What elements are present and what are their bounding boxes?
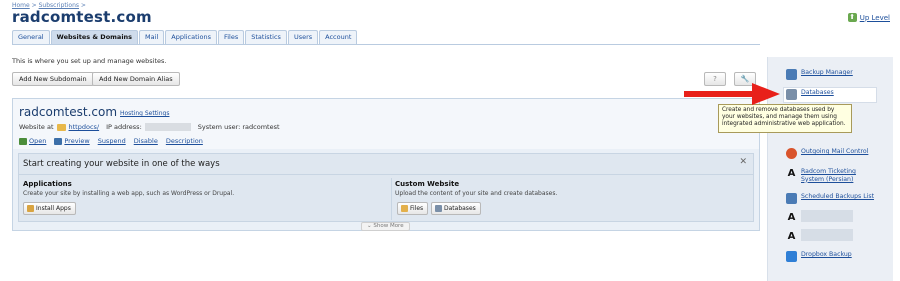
system-user: System user: radcomtest [197, 123, 280, 131]
radcom-icon: A [787, 212, 796, 223]
preview-icon [54, 137, 63, 145]
sidebar-item-scheduled-backups[interactable]: Scheduled Backups List [786, 193, 874, 204]
show-more-label: Show More [373, 223, 404, 229]
databases-tooltip: Create and remove databases used by your… [718, 104, 852, 133]
start-divider [19, 174, 753, 175]
suspend-label: Suspend [97, 137, 126, 145]
start-title: Start creating your website in one of th… [23, 159, 220, 169]
sidebar-item-label: Databases [801, 89, 834, 96]
folder-icon [56, 123, 66, 131]
tab-divider [12, 44, 760, 45]
install-apps-icon [27, 205, 34, 212]
sidebar-item-redacted-2[interactable]: A [786, 231, 797, 242]
ip-address-redacted [144, 123, 191, 131]
preview-action[interactable]: Preview [54, 137, 90, 145]
backup-manager-icon [786, 69, 797, 80]
database-icon [435, 205, 442, 212]
tab-bar: General Websites & Domains Mail Applicat… [12, 30, 358, 45]
tab-general[interactable]: General [12, 30, 50, 44]
add-subdomain-button[interactable]: Add New Subdomain [12, 72, 94, 86]
close-icon[interactable]: ✕ [739, 157, 747, 167]
tab-account[interactable]: Account [319, 30, 358, 44]
applications-desc: Create your site by installing a web app… [23, 190, 235, 197]
tab-websites-domains[interactable]: Websites & Domains [50, 30, 139, 45]
website-info-row: Website at httpdocs/ IP address: System … [19, 123, 280, 131]
domain-panel: radcomtest.com Hosting Settings Website … [12, 98, 760, 231]
domain-name-link[interactable]: radcomtest.com [19, 105, 117, 119]
sidebar-item-outgoing-mail[interactable]: Outgoing Mail Control [786, 148, 868, 159]
show-more-button[interactable]: ⌄ Show More [361, 222, 410, 231]
radcom-icon: A [787, 168, 796, 179]
sidebar-item-dropbox-backup[interactable]: Dropbox Backup [786, 251, 852, 262]
tab-applications[interactable]: Applications [165, 30, 217, 44]
custom-website-heading: Custom Website [395, 180, 460, 188]
description-action[interactable]: Description [166, 137, 203, 145]
up-level-icon: ⬆ [847, 13, 857, 22]
domain-actions: Open Preview Suspend Disable Description [19, 137, 203, 145]
tab-statistics[interactable]: Statistics [245, 30, 287, 44]
sidebar-item-label: Backup Manager [801, 69, 853, 76]
start-creating-panel: Start creating your website in one of th… [18, 153, 754, 222]
databases-icon [786, 89, 797, 100]
tab-mail[interactable]: Mail [139, 30, 165, 44]
applications-heading: Applications [23, 180, 72, 188]
sidebar-item-label: Radcom Ticketing System (Persian) [801, 168, 856, 183]
disable-action[interactable]: Disable [134, 137, 158, 145]
hosting-settings-link[interactable]: Hosting Settings [120, 110, 169, 117]
sidebar-item-label: Scheduled Backups List [801, 193, 875, 200]
files-button[interactable]: Files [397, 202, 429, 215]
chevron-down-icon: ⌄ [367, 223, 372, 229]
dropbox-icon [786, 251, 797, 262]
custom-website-desc: Upload the content of your site and crea… [395, 190, 558, 197]
sidebar-item-label: Dropbox Backup [801, 251, 852, 258]
databases-button[interactable]: Databases [431, 202, 481, 215]
ip-label: IP address: [106, 123, 142, 131]
docroot-link[interactable]: httpdocs/ [69, 123, 100, 131]
disable-label: Disable [133, 137, 158, 145]
outgoing-mail-icon [786, 148, 797, 159]
scheduled-backups-icon [786, 193, 797, 204]
custom-website-column: Custom Website Upload the content of you… [395, 180, 557, 197]
applications-column: Applications Create your site by install… [23, 180, 234, 197]
databases-label: Databases [444, 205, 476, 212]
install-apps-button[interactable]: Install Apps [23, 202, 76, 215]
files-label: Files [410, 205, 424, 212]
suspend-action[interactable]: Suspend [98, 137, 126, 145]
intro-text: This is where you set up and manage webs… [12, 57, 167, 65]
open-label: Open [29, 137, 47, 145]
domain-header: radcomtest.com Hosting Settings Website … [13, 99, 759, 149]
redacted-label [801, 210, 853, 222]
sidebar-item-redacted-1[interactable]: A [786, 212, 797, 223]
tab-users[interactable]: Users [287, 30, 319, 44]
open-action[interactable]: Open [19, 137, 46, 145]
add-domain-alias-button[interactable]: Add New Domain Alias [92, 72, 180, 86]
install-apps-label: Install Apps [36, 205, 71, 212]
radcom-icon: A [787, 231, 796, 242]
website-at-label: Website at [19, 123, 54, 131]
sidebar-item-backup-manager[interactable]: Backup Manager [786, 69, 853, 80]
open-icon [19, 137, 27, 145]
up-level-link[interactable]: ⬆ Up Level [847, 13, 890, 22]
folder-icon [401, 205, 408, 212]
sidebar-item-label: Outgoing Mail Control [801, 148, 869, 155]
column-divider [391, 178, 392, 220]
tab-files[interactable]: Files [217, 30, 245, 44]
description-label: Description [165, 137, 203, 145]
sidebar-item-radcom-ticketing[interactable]: A Radcom Ticketing System (Persian) [786, 168, 866, 183]
page-title: radcomtest.com [12, 8, 152, 26]
sidebar-item-databases[interactable]: Databases [786, 89, 834, 100]
up-level-label: Up Level [859, 13, 890, 22]
redacted-label [801, 229, 853, 241]
preview-label: Preview [64, 137, 90, 145]
red-arrow-annotation [684, 83, 780, 105]
